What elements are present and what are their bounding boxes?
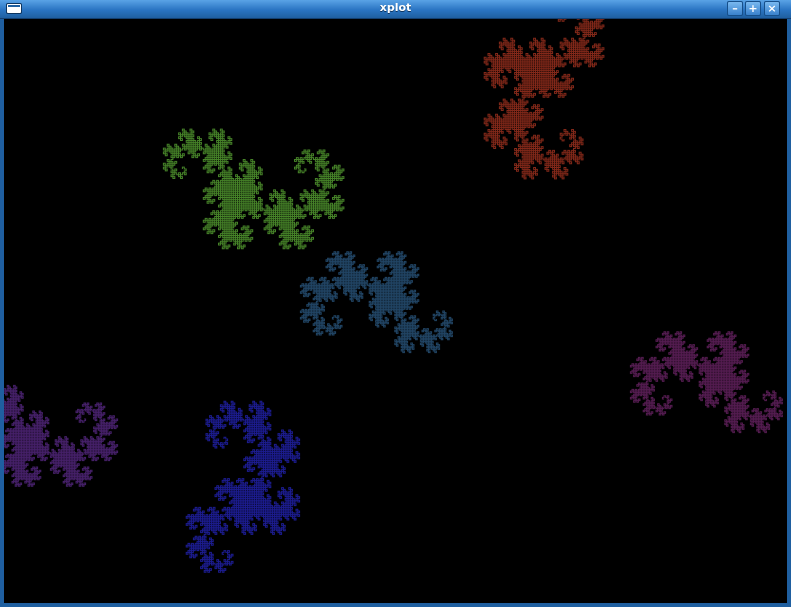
dragon-curve-blue — [185, 400, 301, 573]
dragon-curve-green — [162, 128, 345, 250]
plot-svg — [4, 19, 783, 573]
minimize-button[interactable]: – — [727, 1, 743, 16]
close-icon: × — [767, 2, 777, 15]
plot-canvas[interactable] — [4, 19, 787, 603]
dragon-curve-purple — [4, 384, 119, 487]
maximize-button[interactable]: + — [745, 1, 761, 16]
close-button[interactable]: × — [764, 1, 780, 16]
xplot-window: xplot – + × — [0, 0, 791, 607]
maximize-icon: + — [748, 2, 758, 15]
dragon-curve-magenta — [629, 331, 783, 434]
dragon-curve-red — [483, 19, 605, 180]
minimize-icon: – — [732, 2, 738, 15]
title-bar[interactable]: xplot – + × — [0, 0, 791, 19]
dragon-curve-teal — [299, 251, 453, 354]
window-title: xplot — [379, 1, 412, 14]
